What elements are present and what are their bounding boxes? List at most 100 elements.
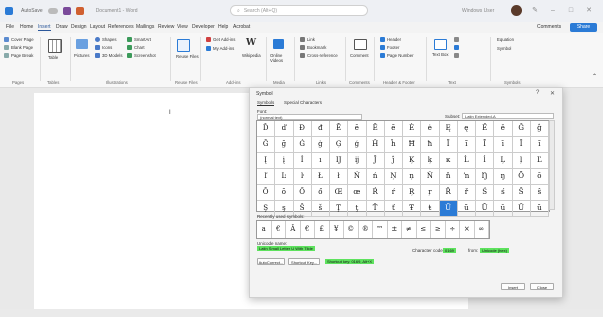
symbol-cell[interactable]: Ŋ [476,169,495,185]
symbol-cell[interactable]: Đ [293,121,312,137]
symbol-cell[interactable]: ļ [512,153,531,169]
symbol-cell[interactable]: ħ [421,137,440,153]
undo-icon[interactable] [75,7,84,15]
avatar[interactable] [511,5,522,16]
symbol-cell[interactable]: ğ [275,137,294,153]
tab-design[interactable]: Design [71,24,87,30]
symbol-cell[interactable]: Ń [348,169,367,185]
symbol-cell[interactable]: ĺ [476,153,495,169]
symbol-cell[interactable]: ŕ [384,185,403,201]
recent-symbols[interactable]: a € Â € £ ¥ © ® ™ ± ≠ ≤ ≥ ÷ × ∞ [256,220,490,239]
symbol-cell[interactable]: ķ [421,153,440,169]
symbol-cell[interactable]: Ķ [403,153,422,169]
symbol-cell[interactable]: Ħ [403,137,422,153]
symbol-button[interactable]: Symbol [497,46,511,51]
screenshot-button[interactable]: Screenshot [134,53,156,58]
symbol-cell[interactable]: İ [293,153,312,169]
comments-button[interactable]: Comments [537,24,561,30]
symbol-cell[interactable]: Ļ [494,153,513,169]
symbol-cell[interactable]: Ņ [384,169,403,185]
symbol-cell[interactable]: Ď [257,121,276,137]
tab-home[interactable]: Home [20,24,33,30]
recent-symbol-cell[interactable]: Â [286,221,301,238]
symbol-cell[interactable]: ĕ [384,121,403,137]
tab-mailings[interactable]: Mailings [136,24,154,30]
symbol-cell[interactable]: ĳ [348,153,367,169]
autocorrect-button[interactable]: AutoCorrect... [257,258,285,265]
pictures-icon[interactable] [76,39,88,49]
wordart-icon[interactable] [454,45,459,50]
cover-page-button[interactable]: Cover Page [11,37,34,42]
symbol-cell[interactable]: Ŏ [257,185,276,201]
collapse-ribbon-icon[interactable]: ⌃ [592,73,597,80]
recent-symbol-cell[interactable]: a [257,221,272,238]
chart-button[interactable]: Chart [134,45,145,50]
page-break-button[interactable]: Page Break [11,53,33,58]
symbol-cell[interactable]: š [311,201,330,217]
tab-layout[interactable]: Layout [90,24,105,30]
tab-draw[interactable]: Draw [56,24,68,30]
drop-cap-icon[interactable] [454,53,459,58]
symbol-cell[interactable]: Ĳ [330,153,349,169]
reuse-files-button[interactable]: Reuse Files [176,54,199,59]
blank-page-button[interactable]: Blank Page [11,45,33,50]
symbol-cell[interactable]: Ŝ [512,185,531,201]
quick-parts-icon[interactable] [454,37,459,42]
symbol-cell[interactable]: œ [348,185,367,201]
symbol-cell[interactable]: ŧ [421,201,440,217]
shapes-button[interactable]: Shapes [102,37,117,42]
recent-symbol-cell[interactable]: ∞ [475,221,489,238]
symbol-cell[interactable]: ġ [311,137,330,153]
wikipedia-button[interactable]: Wikipedia [242,53,261,58]
symbol-grid-scrollbar[interactable] [549,120,555,210]
symbol-cell[interactable]: Ĕ [366,121,385,137]
symbol-cell[interactable]: Ŧ [403,201,422,217]
recent-symbol-cell[interactable]: × [460,221,475,238]
symbol-cell[interactable]: ď [275,121,294,137]
symbol-cell[interactable]: ĵ [384,153,403,169]
cross-reference-button[interactable]: Cross-reference [307,53,338,58]
symbol-cell[interactable]: Ľ [530,153,549,169]
close-button[interactable]: Close [530,283,554,290]
subset-select[interactable]: Latin Extended-A [462,113,554,119]
symbol-cell[interactable]: Ĵ [366,153,385,169]
recent-symbol-cell[interactable]: ± [388,221,402,238]
symbol-cell[interactable]: ŝ [530,185,549,201]
pen-icon[interactable]: ✎ [530,6,540,15]
tab-references[interactable]: References [108,24,134,30]
icons-button[interactable]: Icons [102,45,112,50]
symbol-cell[interactable]: Ĭ [512,137,531,153]
symbol-cell[interactable]: ē [348,121,367,137]
tab-developer[interactable]: Developer [192,24,215,30]
symbol-cell[interactable]: ŭ [530,201,549,217]
recent-symbol-cell[interactable]: € [301,221,315,238]
symbol-cell[interactable]: ń [366,169,385,185]
equation-button[interactable]: Equation [497,37,514,42]
symbol-cell[interactable]: ŉ [457,169,476,185]
table-icon[interactable] [48,39,62,53]
symbol-cell[interactable]: Ī [476,137,495,153]
close-window-icon[interactable]: ✕ [584,6,594,15]
symbol-cell[interactable]: Į [257,153,276,169]
symbol-cell[interactable]: Ĥ [366,137,385,153]
page-number-button[interactable]: Page Number [387,53,414,58]
symbol-cell[interactable]: đ [311,121,330,137]
symbol-cell[interactable]: Ŭ [512,201,531,217]
symbol-cell[interactable]: ř [457,185,476,201]
symbol-cell[interactable]: ĩ [457,137,476,153]
symbol-cell[interactable]: ō [530,169,549,185]
reuse-files-icon[interactable] [177,39,190,52]
symbol-cell[interactable]: ŏ [275,185,294,201]
symbol-cell[interactable]: ĥ [384,137,403,153]
symbol-cell[interactable]: ŗ [421,185,440,201]
symbol-cell[interactable]: ł [330,169,349,185]
symbol-cell[interactable]: Ő [293,185,312,201]
tab-file[interactable]: File [6,24,14,30]
online-videos-button[interactable]: Online Videos [270,53,290,63]
close-icon[interactable]: ✕ [550,90,555,97]
search-box[interactable]: ⌕ Search (Alt+Q) [230,5,368,16]
share-button[interactable]: Share [570,23,597,32]
3d-models-button[interactable]: 3D Models [102,53,123,58]
symbol-grid[interactable]: ĎďĐđĒēĔĕĖėĘęĚěĜĝ ĞğĠġĢģĤĥĦħĨĩĪīĬĭ ĮįİıĲĳĴĵ… [256,120,550,217]
symbol-cell[interactable]: Ś [476,185,495,201]
